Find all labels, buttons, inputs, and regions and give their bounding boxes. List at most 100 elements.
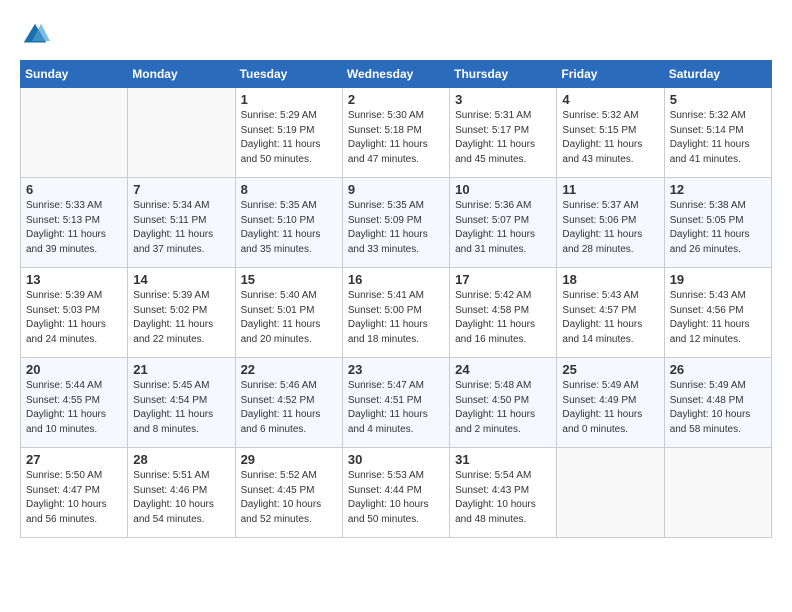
column-header-friday: Friday	[557, 61, 664, 88]
calendar-cell: 27 Sunrise: 5:50 AMSunset: 4:47 PMDayligh…	[21, 448, 128, 538]
calendar-cell: 2 Sunrise: 5:30 AMSunset: 5:18 PMDaylight…	[342, 88, 449, 178]
calendar-cell: 30 Sunrise: 5:53 AMSunset: 4:44 PMDayligh…	[342, 448, 449, 538]
column-header-sunday: Sunday	[21, 61, 128, 88]
calendar-cell: 14 Sunrise: 5:39 AMSunset: 5:02 PMDayligh…	[128, 268, 235, 358]
calendar-cell: 16 Sunrise: 5:41 AMSunset: 5:00 PMDayligh…	[342, 268, 449, 358]
day-info: Sunrise: 5:40 AMSunset: 5:01 PMDaylight:…	[241, 289, 337, 347]
calendar-cell: 18Sunrise: 5:43 AMSunset: 4:57 PMDayligh…	[557, 268, 664, 358]
day-number: 10	[455, 182, 551, 197]
calendar-cell: 29 Sunrise: 5:52 AMSunset: 4:45 PMDayligh…	[235, 448, 342, 538]
day-info: Sunrise: 5:31 AMSunset: 5:17 PMDaylight:…	[455, 109, 551, 167]
day-info: Sunrise: 5:50 AMSunset: 4:47 PMDaylight:…	[26, 469, 122, 527]
day-number: 17	[455, 272, 551, 287]
day-number: 6	[26, 182, 122, 197]
day-number: 22	[241, 362, 337, 377]
day-info: Sunrise: 5:41 AMSunset: 5:00 PMDaylight:…	[348, 289, 444, 347]
day-info: Sunrise: 5:35 AMSunset: 5:10 PMDaylight:…	[241, 199, 337, 257]
calendar-cell: 13Sunrise: 5:39 AMSunset: 5:03 PMDayligh…	[21, 268, 128, 358]
calendar-cell: 3 Sunrise: 5:31 AMSunset: 5:17 PMDaylight…	[450, 88, 557, 178]
calendar-cell: 20Sunrise: 5:44 AMSunset: 4:55 PMDayligh…	[21, 358, 128, 448]
day-info: Sunrise: 5:30 AMSunset: 5:18 PMDaylight:…	[348, 109, 444, 167]
calendar-cell: 15Sunrise: 5:40 AMSunset: 5:01 PMDayligh…	[235, 268, 342, 358]
day-number: 28	[133, 452, 229, 467]
column-header-saturday: Saturday	[664, 61, 771, 88]
day-info: Sunrise: 5:32 AMSunset: 5:14 PMDaylight:…	[670, 109, 766, 167]
day-number: 14	[133, 272, 229, 287]
calendar-cell: 1 Sunrise: 5:29 AMSunset: 5:19 PMDaylight…	[235, 88, 342, 178]
logo-icon	[20, 20, 50, 50]
calendar-cell: 26 Sunrise: 5:49 AMSunset: 4:48 PMDayligh…	[664, 358, 771, 448]
day-number: 27	[26, 452, 122, 467]
day-number: 1	[241, 92, 337, 107]
day-number: 11	[562, 182, 658, 197]
day-number: 25	[562, 362, 658, 377]
calendar-cell: 21 Sunrise: 5:45 AMSunset: 4:54 PMDayligh…	[128, 358, 235, 448]
calendar-cell: 5 Sunrise: 5:32 AMSunset: 5:14 PMDaylight…	[664, 88, 771, 178]
day-info: Sunrise: 5:49 AMSunset: 4:49 PMDaylight:…	[562, 379, 658, 437]
day-info: Sunrise: 5:38 AMSunset: 5:05 PMDaylight:…	[670, 199, 766, 257]
day-info: Sunrise: 5:49 AMSunset: 4:48 PMDaylight:…	[670, 379, 766, 437]
day-info: Sunrise: 5:54 AMSunset: 4:43 PMDaylight:…	[455, 469, 551, 527]
day-number: 29	[241, 452, 337, 467]
calendar-cell: 7 Sunrise: 5:34 AMSunset: 5:11 PMDaylight…	[128, 178, 235, 268]
day-number: 3	[455, 92, 551, 107]
day-number: 21	[133, 362, 229, 377]
day-number: 18	[562, 272, 658, 287]
calendar-cell	[557, 448, 664, 538]
day-info: Sunrise: 5:29 AMSunset: 5:19 PMDaylight:…	[241, 109, 337, 167]
calendar-cell: 25 Sunrise: 5:49 AMSunset: 4:49 PMDayligh…	[557, 358, 664, 448]
calendar-cell: 19Sunrise: 5:43 AMSunset: 4:56 PMDayligh…	[664, 268, 771, 358]
day-number: 7	[133, 182, 229, 197]
calendar-cell: 4 Sunrise: 5:32 AMSunset: 5:15 PMDaylight…	[557, 88, 664, 178]
calendar-week-row: 1 Sunrise: 5:29 AMSunset: 5:19 PMDaylight…	[21, 88, 772, 178]
day-info: Sunrise: 5:34 AMSunset: 5:11 PMDaylight:…	[133, 199, 229, 257]
calendar-week-row: 13Sunrise: 5:39 AMSunset: 5:03 PMDayligh…	[21, 268, 772, 358]
day-info: Sunrise: 5:47 AMSunset: 4:51 PMDaylight:…	[348, 379, 444, 437]
calendar-week-row: 6Sunrise: 5:33 AMSunset: 5:13 PMDaylight…	[21, 178, 772, 268]
day-info: Sunrise: 5:36 AMSunset: 5:07 PMDaylight:…	[455, 199, 551, 257]
day-info: Sunrise: 5:48 AMSunset: 4:50 PMDaylight:…	[455, 379, 551, 437]
day-info: Sunrise: 5:53 AMSunset: 4:44 PMDaylight:…	[348, 469, 444, 527]
calendar-cell: 9Sunrise: 5:35 AMSunset: 5:09 PMDaylight…	[342, 178, 449, 268]
day-info: Sunrise: 5:42 AMSunset: 4:58 PMDaylight:…	[455, 289, 551, 347]
column-header-thursday: Thursday	[450, 61, 557, 88]
day-info: Sunrise: 5:51 AMSunset: 4:46 PMDaylight:…	[133, 469, 229, 527]
calendar-cell: 10 Sunrise: 5:36 AMSunset: 5:07 PMDayligh…	[450, 178, 557, 268]
calendar-cell: 24 Sunrise: 5:48 AMSunset: 4:50 PMDayligh…	[450, 358, 557, 448]
day-number: 20	[26, 362, 122, 377]
calendar-cell: 17 Sunrise: 5:42 AMSunset: 4:58 PMDayligh…	[450, 268, 557, 358]
day-number: 30	[348, 452, 444, 467]
day-info: Sunrise: 5:52 AMSunset: 4:45 PMDaylight:…	[241, 469, 337, 527]
day-info: Sunrise: 5:37 AMSunset: 5:06 PMDaylight:…	[562, 199, 658, 257]
calendar-cell: 8Sunrise: 5:35 AMSunset: 5:10 PMDaylight…	[235, 178, 342, 268]
calendar-week-row: 20Sunrise: 5:44 AMSunset: 4:55 PMDayligh…	[21, 358, 772, 448]
calendar-table: SundayMondayTuesdayWednesdayThursdayFrid…	[20, 60, 772, 538]
day-number: 24	[455, 362, 551, 377]
page-header	[20, 20, 772, 50]
calendar-cell: 28 Sunrise: 5:51 AMSunset: 4:46 PMDayligh…	[128, 448, 235, 538]
day-info: Sunrise: 5:39 AMSunset: 5:02 PMDaylight:…	[133, 289, 229, 347]
calendar-cell: 11 Sunrise: 5:37 AMSunset: 5:06 PMDayligh…	[557, 178, 664, 268]
calendar-cell: 31 Sunrise: 5:54 AMSunset: 4:43 PMDayligh…	[450, 448, 557, 538]
calendar-cell: 23 Sunrise: 5:47 AMSunset: 4:51 PMDayligh…	[342, 358, 449, 448]
day-info: Sunrise: 5:46 AMSunset: 4:52 PMDaylight:…	[241, 379, 337, 437]
day-number: 26	[670, 362, 766, 377]
calendar-week-row: 27 Sunrise: 5:50 AMSunset: 4:47 PMDayligh…	[21, 448, 772, 538]
day-info: Sunrise: 5:39 AMSunset: 5:03 PMDaylight:…	[26, 289, 122, 347]
day-number: 16	[348, 272, 444, 287]
calendar-cell: 6Sunrise: 5:33 AMSunset: 5:13 PMDaylight…	[21, 178, 128, 268]
calendar-cell	[128, 88, 235, 178]
day-info: Sunrise: 5:45 AMSunset: 4:54 PMDaylight:…	[133, 379, 229, 437]
day-info: Sunrise: 5:32 AMSunset: 5:15 PMDaylight:…	[562, 109, 658, 167]
column-header-wednesday: Wednesday	[342, 61, 449, 88]
day-number: 4	[562, 92, 658, 107]
column-header-tuesday: Tuesday	[235, 61, 342, 88]
calendar-cell: 22 Sunrise: 5:46 AMSunset: 4:52 PMDayligh…	[235, 358, 342, 448]
day-number: 12	[670, 182, 766, 197]
day-number: 19	[670, 272, 766, 287]
day-number: 5	[670, 92, 766, 107]
day-number: 31	[455, 452, 551, 467]
day-number: 23	[348, 362, 444, 377]
column-header-monday: Monday	[128, 61, 235, 88]
day-number: 2	[348, 92, 444, 107]
